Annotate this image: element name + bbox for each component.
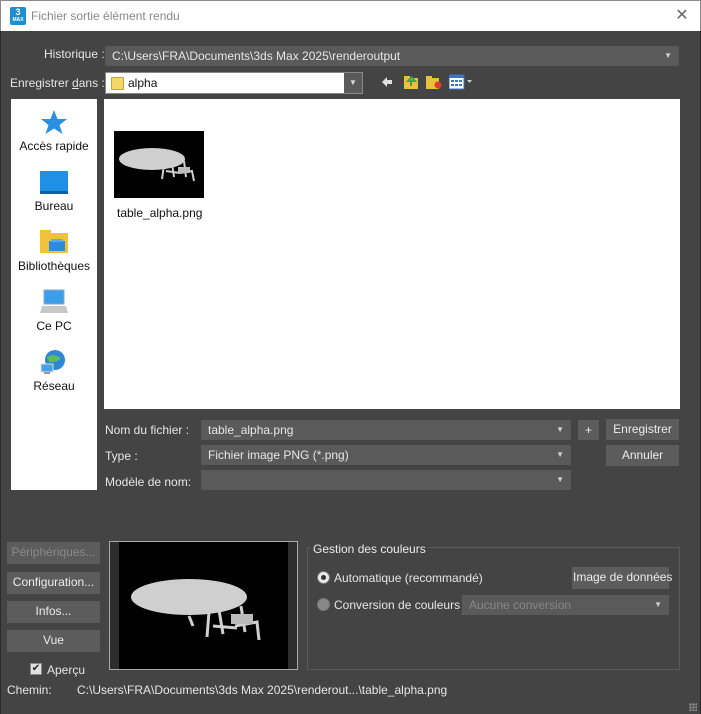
chevron-down-icon: ▼ [654,600,662,609]
network-icon [40,350,65,374]
resize-grip-icon[interactable] [689,703,697,711]
file-thumbnail [114,131,204,198]
chevron-down-icon: ▼ [556,475,564,484]
filename-value: table_alpha.png [208,423,294,437]
history-dropdown[interactable]: C:\Users\FRA\Documents\3ds Max 2025\rend… [105,46,679,66]
place-network[interactable]: Réseau [11,349,97,393]
type-label: Type : [105,449,138,463]
conversion-value: Aucune conversion [469,598,572,612]
devices-button[interactable]: Périphériques... [7,542,100,564]
place-libraries[interactable]: Bibliothèques [11,229,97,273]
convert-radio[interactable] [317,598,330,611]
view-menu-icon[interactable] [449,74,473,90]
place-this-pc[interactable]: Ce PC [11,289,97,333]
places-bar: Accès rapide Bureau Bibliothèques Ce PC … [11,99,97,490]
title-bar: 3 MAX Fichier sortie élément rendu ✕ [0,0,701,31]
chevron-down-icon: ▼ [344,73,362,93]
place-quick-access[interactable]: Accès rapide [11,109,97,153]
quick-access-star-icon [41,110,67,134]
filename-input[interactable]: table_alpha.png ▼ [201,420,571,440]
data-image-button[interactable]: Image de données [572,567,672,589]
place-label: Accès rapide [19,139,89,153]
save-in-folder: alpha [128,76,158,90]
info-button[interactable]: Infos... [7,601,100,623]
save-button[interactable]: Enregistrer [606,419,679,440]
setup-button[interactable]: Configuration... [7,572,100,594]
preview-panel [109,541,298,670]
close-icon[interactable]: ✕ [673,7,691,25]
back-arrow-icon[interactable] [381,74,393,90]
dialog-body: Historique : C:\Users\FRA\Documents\3ds … [0,31,701,714]
path-value: C:\Users\FRA\Documents\3ds Max 2025\rend… [77,683,448,697]
place-label: Ce PC [36,319,72,333]
3ds-max-app-icon: 3 MAX [10,7,26,25]
table-render-preview [131,579,261,641]
save-in-dropdown[interactable]: alpha ▼ [105,72,363,94]
preview-label: Aperçu [47,663,86,677]
filename-label: Nom du fichier : [105,423,190,437]
conversion-dropdown[interactable]: Aucune conversion ▼ [462,595,669,615]
history-label: Historique : [44,47,105,61]
preview-checkbox[interactable]: ✔ [30,663,42,675]
type-value: Fichier image PNG (*.png) [208,448,349,462]
preview-image [119,542,288,669]
file-list: table_alpha.png [104,99,680,409]
this-pc-icon [40,289,68,313]
convert-label: Conversion de couleurs : [334,598,467,612]
table-render-image [119,148,195,182]
auto-label: Automatique (recommandé) [334,571,483,585]
cancel-button[interactable]: Annuler [606,445,679,466]
file-name: table_alpha.png [117,206,203,220]
up-folder-icon[interactable] [403,74,419,90]
type-dropdown[interactable]: Fichier image PNG (*.png) ▼ [201,445,571,465]
window-title: Fichier sortie élément rendu [31,9,180,23]
add-increment-button[interactable]: + [578,420,599,440]
chevron-down-icon: ▼ [664,51,672,60]
view-button[interactable]: Vue [7,630,100,652]
folder-icon [111,77,124,90]
template-label: Modèle de nom: [105,475,192,489]
place-desktop[interactable]: Bureau [11,169,97,213]
color-management-title: Gestion des couleurs [311,542,428,556]
chevron-down-icon: ▼ [556,450,564,459]
place-label: Réseau [33,379,75,393]
new-folder-icon[interactable] [425,74,442,90]
chevron-down-icon: ▼ [556,425,564,434]
template-dropdown[interactable]: ▼ [201,470,571,490]
place-label: Bureau [34,199,74,213]
save-in-label: Enregistrer dans : [10,76,105,90]
auto-radio[interactable] [317,571,330,584]
desktop-icon [40,171,68,194]
path-label: Chemin: [7,683,52,697]
history-value: C:\Users\FRA\Documents\3ds Max 2025\rend… [112,49,401,63]
place-label: Bibliothèques [17,259,91,273]
libraries-icon [40,230,68,253]
